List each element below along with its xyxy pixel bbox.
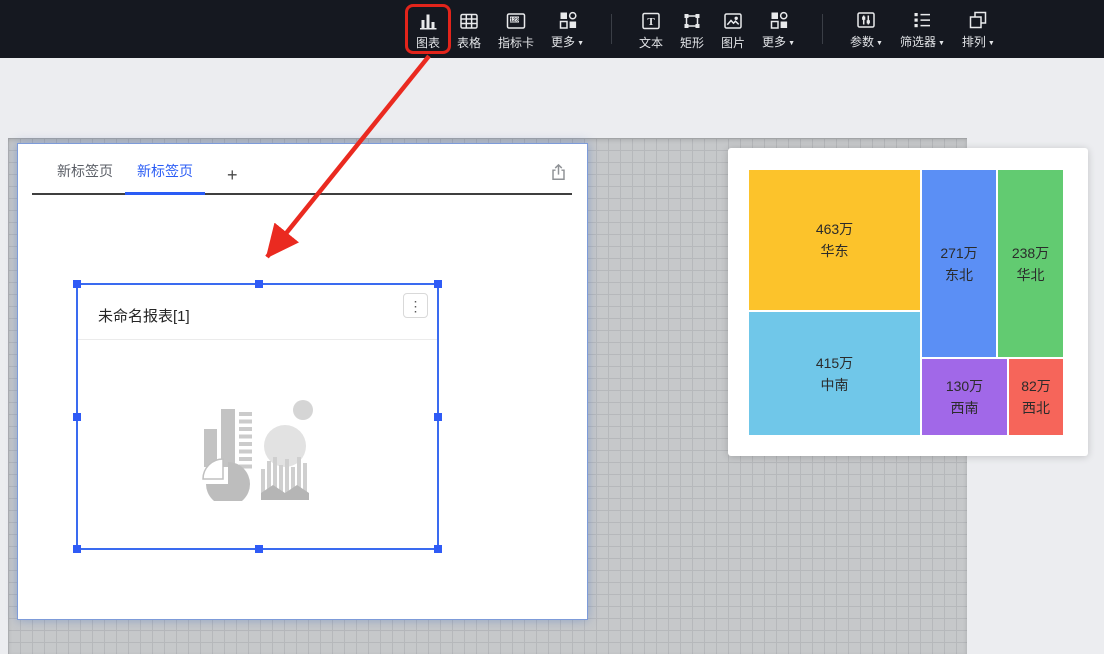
treemap-region-label: 华东 xyxy=(821,240,849,262)
tab-bar: 新标签页新标签页 + xyxy=(32,144,572,195)
toolbar-button-more-media[interactable]: 更多▼ xyxy=(760,6,797,53)
image-icon xyxy=(721,9,745,33)
svg-text:T: T xyxy=(647,16,655,28)
tab-new-page-2[interactable]: 新标签页 xyxy=(125,161,205,195)
table-icon xyxy=(457,9,481,33)
share-icon[interactable] xyxy=(547,161,569,183)
toolbar-button-kpi-card[interactable]: 123 指标卡 xyxy=(496,7,536,52)
selection-handle[interactable] xyxy=(255,545,263,553)
toolbar-button-table[interactable]: 表格 xyxy=(455,7,483,52)
selection-handle[interactable] xyxy=(434,545,442,553)
treemap-region-label: 华北 xyxy=(1017,264,1045,286)
more-media-icon xyxy=(767,8,791,32)
treemap-region-label: 中南 xyxy=(821,374,849,396)
treemap-value-label: 463万 xyxy=(816,218,853,240)
selection-handle[interactable] xyxy=(255,280,263,288)
treemap-chart-card[interactable]: 463万华东271万东北238万华北415万中南130万西南82万西北 xyxy=(728,148,1088,456)
toolbar-button-filter[interactable]: 筛选器▼ xyxy=(898,6,947,53)
report-placeholder-widget[interactable]: 未命名报表[1] ⋮ xyxy=(76,283,439,550)
treemap-value-label: 238万 xyxy=(1012,242,1049,264)
selection-handle[interactable] xyxy=(434,413,442,421)
treemap-block-西北[interactable]: 82万西北 xyxy=(1009,359,1063,435)
treemap-block-东北[interactable]: 271万东北 xyxy=(922,170,996,357)
add-tab-button[interactable]: + xyxy=(227,166,238,193)
toolbar-items: 图表 表格 123 指标卡 更多▼ T 文本 矩形 图片 更多▼ 参数▼ 筛选器▼ 排列▼ xyxy=(414,0,997,58)
toolbar-button-label: 图片 xyxy=(721,36,745,50)
toolbar-button-arrange[interactable]: 排列▼ xyxy=(960,6,997,53)
tab-block-card[interactable]: 新标签页新标签页 + 未命名报表[1] ⋮ xyxy=(17,143,588,620)
bar-chart-icon xyxy=(416,9,440,33)
selection-handle[interactable] xyxy=(73,545,81,553)
treemap-region-label: 西北 xyxy=(1022,397,1050,419)
svg-text:123: 123 xyxy=(510,17,519,23)
toolbar-button-label: 更多▼ xyxy=(551,35,584,51)
toolbar: 图表 表格 123 指标卡 更多▼ T 文本 矩形 图片 更多▼ 参数▼ 筛选器▼ 排列▼ xyxy=(0,0,1104,58)
selection-handle[interactable] xyxy=(73,280,81,288)
treemap-region-label: 东北 xyxy=(945,264,973,286)
toolbar-button-label: 排列▼ xyxy=(962,35,995,51)
toolbar-button-image[interactable]: 图片 xyxy=(719,7,747,52)
chevron-down-icon: ▼ xyxy=(988,40,995,47)
toolbar-button-more-widgets[interactable]: 更多▼ xyxy=(549,6,586,53)
chevron-down-icon: ▼ xyxy=(938,40,945,47)
toolbar-button-label: 更多▼ xyxy=(762,35,795,51)
treemap-value-label: 415万 xyxy=(816,352,853,374)
toolbar-button-label: 参数▼ xyxy=(850,35,883,51)
treemap-value-label: 130万 xyxy=(946,375,983,397)
treemap-block-中南[interactable]: 415万中南 xyxy=(749,312,920,435)
toolbar-divider xyxy=(611,14,612,44)
tab-new-page-1[interactable]: 新标签页 xyxy=(45,161,125,193)
toolbar-button-label: 文本 xyxy=(639,36,663,50)
report-title: 未命名报表[1] xyxy=(98,305,190,326)
toolbar-button-parameter[interactable]: 参数▼ xyxy=(848,6,885,53)
kpi-card-icon: 123 xyxy=(504,9,528,33)
chevron-down-icon: ▼ xyxy=(876,40,883,47)
arrange-icon xyxy=(966,8,990,32)
toolbar-button-label: 表格 xyxy=(457,36,481,50)
treemap-block-华东[interactable]: 463万华东 xyxy=(749,170,920,310)
chart-placeholder-graphic xyxy=(78,340,437,548)
toolbar-button-text[interactable]: T 文本 xyxy=(637,7,665,52)
tabs: 新标签页新标签页 xyxy=(45,161,205,193)
selection-handle[interactable] xyxy=(434,280,442,288)
treemap-chart: 463万华东271万东北238万华北415万中南130万西南82万西北 xyxy=(728,148,1088,456)
chevron-down-icon: ▼ xyxy=(577,40,584,47)
parameter-icon xyxy=(854,8,878,32)
treemap-value-label: 271万 xyxy=(940,242,977,264)
treemap-block-西南[interactable]: 130万西南 xyxy=(922,359,1007,435)
toolbar-button-label: 指标卡 xyxy=(498,36,534,50)
selection-handle[interactable] xyxy=(73,413,81,421)
rectangle-icon xyxy=(680,9,704,33)
toolbar-button-rectangle[interactable]: 矩形 xyxy=(678,7,706,52)
toolbar-button-label: 图表 xyxy=(416,36,440,50)
chevron-down-icon: ▼ xyxy=(788,40,795,47)
toolbar-divider xyxy=(822,14,823,44)
toolbar-button-bar-chart[interactable]: 图表 xyxy=(414,7,442,52)
toolbar-button-label: 矩形 xyxy=(680,36,704,50)
toolbar-button-label: 筛选器▼ xyxy=(900,35,945,51)
treemap-region-label: 西南 xyxy=(951,397,979,419)
filter-icon xyxy=(910,8,934,32)
chart-types-icon xyxy=(202,387,314,501)
text-icon: T xyxy=(639,9,663,33)
treemap-value-label: 82万 xyxy=(1021,375,1051,397)
more-widgets-icon xyxy=(556,8,580,32)
more-options-button[interactable]: ⋮ xyxy=(403,293,428,318)
treemap-block-华北[interactable]: 238万华北 xyxy=(998,170,1063,357)
